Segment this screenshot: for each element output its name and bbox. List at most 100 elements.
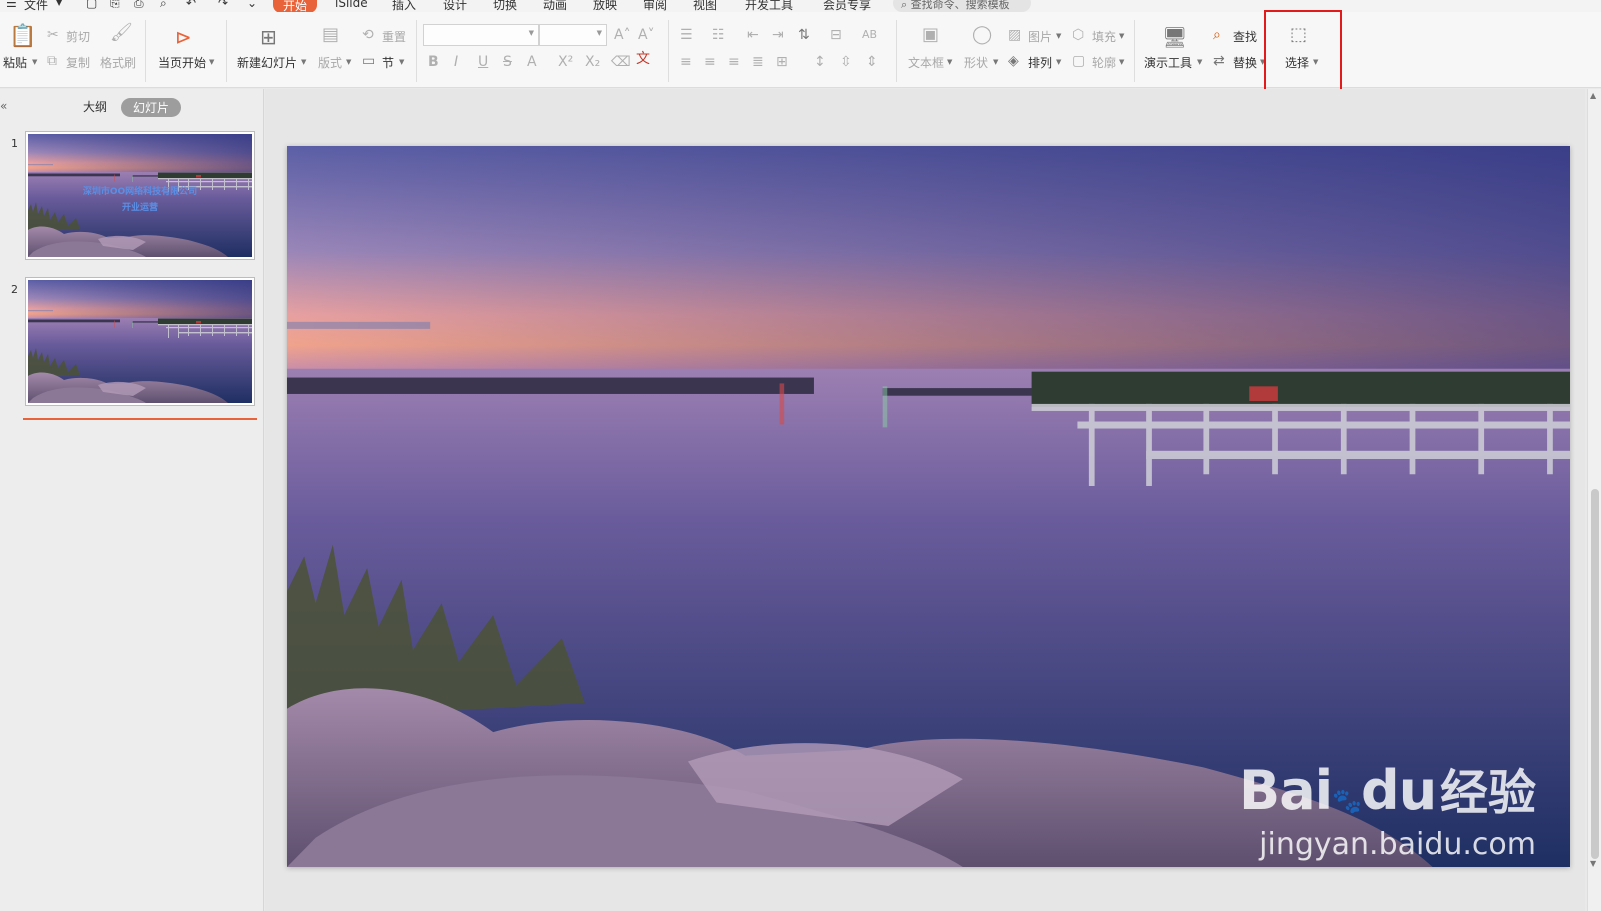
bold-icon[interactable]: B	[428, 55, 439, 69]
save-icon[interactable]: ▢	[86, 0, 97, 10]
print-icon[interactable]: ⎙	[134, 0, 144, 11]
undo-icon[interactable]: ↶	[186, 0, 196, 10]
chevron-down-icon: ▼	[1056, 58, 1062, 66]
slide-thumbnail-image	[28, 280, 252, 403]
align-text-icon[interactable]: ⊟	[830, 28, 842, 42]
chevron-down-icon: ▼	[1119, 58, 1125, 66]
thumbnail-title-line2: 开业运营	[121, 203, 158, 213]
distribute-icon[interactable]: ⊞	[776, 55, 788, 69]
chevron-down-icon: ▼	[209, 58, 215, 66]
quick-access-more-icon[interactable]: ⌄	[247, 0, 257, 10]
preview-icon[interactable]: ⌕	[160, 0, 167, 11]
menu-icon[interactable]: ☰	[6, 0, 17, 10]
fill-bucket-icon: ⬡	[1072, 27, 1085, 43]
baidu-jingyan-watermark: Bai🐾du 经验 jingyan.baidu.com	[1239, 753, 1536, 861]
tab-outline[interactable]: 大纲	[83, 98, 107, 115]
strikethrough-icon[interactable]: S	[503, 55, 512, 69]
menu-bar: ☰ 文件 ▼ ▢ ⎘ ⎙ ⌕ ↶ ↷ ⌄ 开始 iSlide 插入 设计 切换 …	[0, 0, 1601, 13]
from-current-label: 当页开始	[158, 56, 207, 70]
chevron-down-icon: ▼	[301, 58, 307, 66]
replace-icon: ⇄	[1213, 53, 1225, 69]
slide-number: 1	[11, 137, 18, 150]
command-search-placeholder: 查找命令、搜索模板	[910, 0, 1010, 11]
select-highlight-frame	[1264, 10, 1342, 94]
brush-icon: 🖌	[110, 22, 133, 43]
thumbnail-photo	[28, 280, 252, 403]
line-spacing-icon[interactable]: ↕	[814, 55, 826, 69]
italic-icon[interactable]: I	[454, 55, 458, 69]
reset-icon: ⟲	[362, 27, 374, 43]
slide-navigation-panel: « 大纲 幻灯片 1 深圳市OO网络科技有限公司 开业运营 2	[0, 89, 264, 911]
underline-icon[interactable]: U	[478, 55, 488, 69]
collapse-panel-icon[interactable]: «	[0, 99, 7, 113]
tab-islide[interactable]: iSlide	[335, 0, 368, 10]
decrease-indent-icon[interactable]: ⇤	[747, 28, 759, 42]
replace-label: 替换	[1233, 56, 1258, 70]
paragraph-spacing-icon[interactable]: ⇳	[840, 55, 852, 69]
new-slide-label: 新建幻灯片	[237, 56, 298, 70]
chevron-down-icon: ▼	[346, 58, 352, 66]
find-label: 查找	[1233, 30, 1258, 44]
search-icon: ⌕	[901, 0, 908, 11]
font-size-select[interactable]: ▼	[539, 24, 607, 46]
section-icon: ▭	[362, 53, 376, 69]
slide-thumbnail-2[interactable]	[25, 277, 255, 406]
align-right-icon[interactable]: ≡	[728, 55, 740, 69]
shape-label: 形状	[964, 56, 989, 70]
paste-icon: 📋	[9, 24, 37, 49]
wps-presentation-window: ☰ 文件 ▼ ▢ ⎘ ⎙ ⌕ ↶ ↷ ⌄ 开始 iSlide 插入 设计 切换 …	[0, 0, 1601, 911]
scrollbar-thumb[interactable]	[1591, 489, 1599, 859]
numbered-list-icon[interactable]: ☷	[712, 28, 725, 42]
export-icon[interactable]: ⎘	[110, 0, 120, 11]
watermark-cn: 经验	[1439, 765, 1536, 821]
increase-font-icon[interactable]: A˄	[614, 28, 631, 42]
tab-slides[interactable]: 幻灯片	[121, 98, 182, 117]
clear-format-icon[interactable]: ⌫	[611, 55, 631, 69]
align-left-icon[interactable]: ≡	[680, 55, 692, 69]
layers-icon: ◈	[1008, 53, 1019, 69]
chevron-down-icon: ▼	[947, 58, 953, 66]
cut-label: 剪切	[66, 30, 91, 44]
phonetic-guide-icon[interactable]: 文	[636, 52, 650, 66]
new-slide-icon: ⊞	[260, 25, 277, 49]
vertical-scrollbar[interactable]: ▲ ▼	[1587, 89, 1601, 911]
superscript-icon[interactable]: X²	[558, 55, 573, 69]
slide-thumbnail-1[interactable]: 深圳市OO网络科技有限公司 开业运营	[25, 131, 255, 260]
chevron-down-icon: ▼	[1197, 58, 1203, 66]
scroll-down-icon[interactable]: ▼	[1590, 859, 1596, 868]
scissors-icon: ✂	[47, 27, 59, 43]
spacing-options-icon[interactable]: ⇕	[866, 55, 878, 69]
command-search-box[interactable]: ⌕ 查找命令、搜索模板	[893, 0, 1031, 12]
align-center-icon[interactable]: ≡	[704, 55, 716, 69]
text-box-icon: ▣	[922, 24, 940, 45]
presentation-tools-label: 演示工具	[1144, 56, 1193, 70]
outline-label: 轮廓	[1092, 56, 1117, 70]
separator	[1134, 20, 1135, 82]
ribbon-toolbar: 📋 粘贴 ▼ ✂ 剪切 ⧉ 复制 🖌 格式刷 ⊳ 当页开始 ▼ ⊞ 新建幻灯片 …	[0, 12, 1601, 88]
slide-number: 2	[11, 283, 18, 296]
font-family-select[interactable]: ▼	[423, 24, 539, 46]
section-label: 节	[382, 56, 395, 70]
slide-editing-area[interactable]: Bai🐾du 经验 jingyan.baidu.com	[265, 89, 1585, 911]
bullet-list-icon[interactable]: ☰	[680, 28, 693, 42]
scroll-up-icon[interactable]: ▲	[1590, 91, 1596, 100]
chevron-down-icon[interactable]: ▼	[56, 0, 62, 7]
justify-icon[interactable]: ≣	[752, 55, 764, 69]
layout-label: 版式	[318, 56, 343, 70]
increase-indent-icon[interactable]: ⇥	[772, 28, 784, 42]
decrease-font-icon[interactable]: A˅	[638, 28, 655, 42]
chevron-down-icon: ▼	[596, 29, 602, 37]
columns-icon[interactable]: AB	[862, 28, 877, 42]
subscript-icon[interactable]: X₂	[585, 55, 600, 69]
current-slide[interactable]: Bai🐾du 经验 jingyan.baidu.com	[287, 146, 1570, 867]
text-direction-icon[interactable]: ⇅	[798, 28, 810, 42]
font-color-icon[interactable]: A	[527, 55, 537, 69]
slide-insert-indicator	[23, 418, 257, 420]
paste-label: 粘贴	[3, 56, 28, 70]
picture-icon: ▨	[1008, 27, 1022, 43]
watermark-brand: Bai	[1239, 759, 1333, 822]
copy-icon: ⧉	[47, 53, 57, 69]
redo-icon[interactable]: ↷	[218, 0, 228, 10]
play-icon: ⊳	[175, 25, 192, 49]
text-box-label: 文本框	[908, 56, 945, 70]
